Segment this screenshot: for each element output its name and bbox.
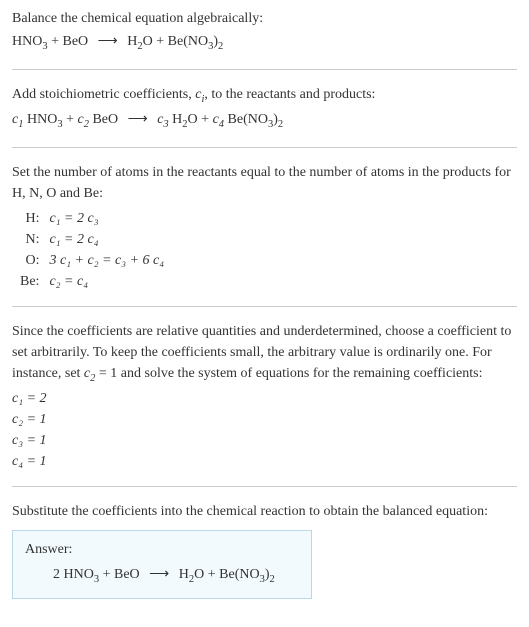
section-answer: Substitute the coefficients into the che…: [12, 501, 517, 599]
section-solve: Since the coefficients are relative quan…: [12, 321, 517, 473]
balanced-equation: 2 HNO3 + BeO ⟶ H2O + Be(NO3)2: [25, 564, 299, 588]
section-problem: Balance the chemical equation algebraica…: [12, 8, 517, 55]
coeff-line: c₄ = 1: [12, 451, 517, 472]
species-beno32: Be(NO3)2: [219, 567, 275, 582]
species-h2o: H2O: [179, 567, 205, 582]
answer-box: Answer: 2 HNO3 + BeO ⟶ H2O + Be(NO3)2: [12, 530, 312, 599]
coeff-values: c₁ = 2 c₂ = 1 c₃ = 1 c₄ = 1: [12, 388, 517, 472]
atom-balance-table: H:c₁ = 2 c₃ N:c₁ = 2 c₄ O:3 c₁ + c₂ = c₃…: [16, 208, 172, 292]
divider: [12, 69, 517, 70]
section-atom-balance: Set the number of atoms in the reactants…: [12, 162, 517, 292]
divider: [12, 147, 517, 148]
coeff-line: c₃ = 1: [12, 430, 517, 451]
section-add-coeffs: Add stoichiometric coefficients, ci, to …: [12, 84, 517, 133]
species-beo: BeO: [63, 34, 89, 49]
balance-eq: c₁ = 2 c₃: [45, 208, 172, 229]
unbalanced-equation: HNO3 + BeO ⟶ H2O + Be(NO3)2: [12, 31, 517, 55]
table-row: Be:c₂ = c₄: [16, 271, 172, 292]
species-hno3: HNO3: [12, 34, 48, 49]
coeff-equation: c1 HNO3 + c2 BeO ⟶ c3 H2O + c4 Be(NO3)2: [12, 109, 517, 133]
element-label: O:: [16, 250, 45, 271]
species-beo: BeO: [114, 567, 140, 582]
problem-title: Balance the chemical equation algebraica…: [12, 8, 517, 29]
balance-eq: c₂ = c₄: [45, 271, 172, 292]
table-row: O:3 c₁ + c₂ = c₃ + 6 c₄: [16, 250, 172, 271]
species-hno3: HNO3: [64, 567, 100, 582]
table-row: N:c₁ = 2 c₄: [16, 229, 172, 250]
add-coeffs-title: Add stoichiometric coefficients, ci, to …: [12, 84, 517, 108]
element-label: H:: [16, 208, 45, 229]
element-label: N:: [16, 229, 45, 250]
balance-eq: 3 c₁ + c₂ = c₃ + 6 c₄: [45, 250, 172, 271]
divider: [12, 306, 517, 307]
species-h2o: H2O: [127, 34, 153, 49]
atom-balance-title: Set the number of atoms in the reactants…: [12, 162, 517, 204]
species-beno32: Be(NO3)2: [168, 34, 224, 49]
coeff-line: c₂ = 1: [12, 409, 517, 430]
answer-label: Answer:: [25, 539, 299, 560]
element-label: Be:: [16, 271, 45, 292]
divider: [12, 486, 517, 487]
balance-eq: c₁ = 2 c₄: [45, 229, 172, 250]
reaction-arrow-icon: ⟶: [122, 112, 154, 127]
substitute-para: Substitute the coefficients into the che…: [12, 501, 517, 522]
table-row: H:c₁ = 2 c₃: [16, 208, 172, 229]
reaction-arrow-icon: ⟶: [143, 567, 175, 582]
solve-para: Since the coefficients are relative quan…: [12, 321, 517, 387]
coeff-line: c₁ = 2: [12, 388, 517, 409]
reaction-arrow-icon: ⟶: [92, 34, 124, 49]
